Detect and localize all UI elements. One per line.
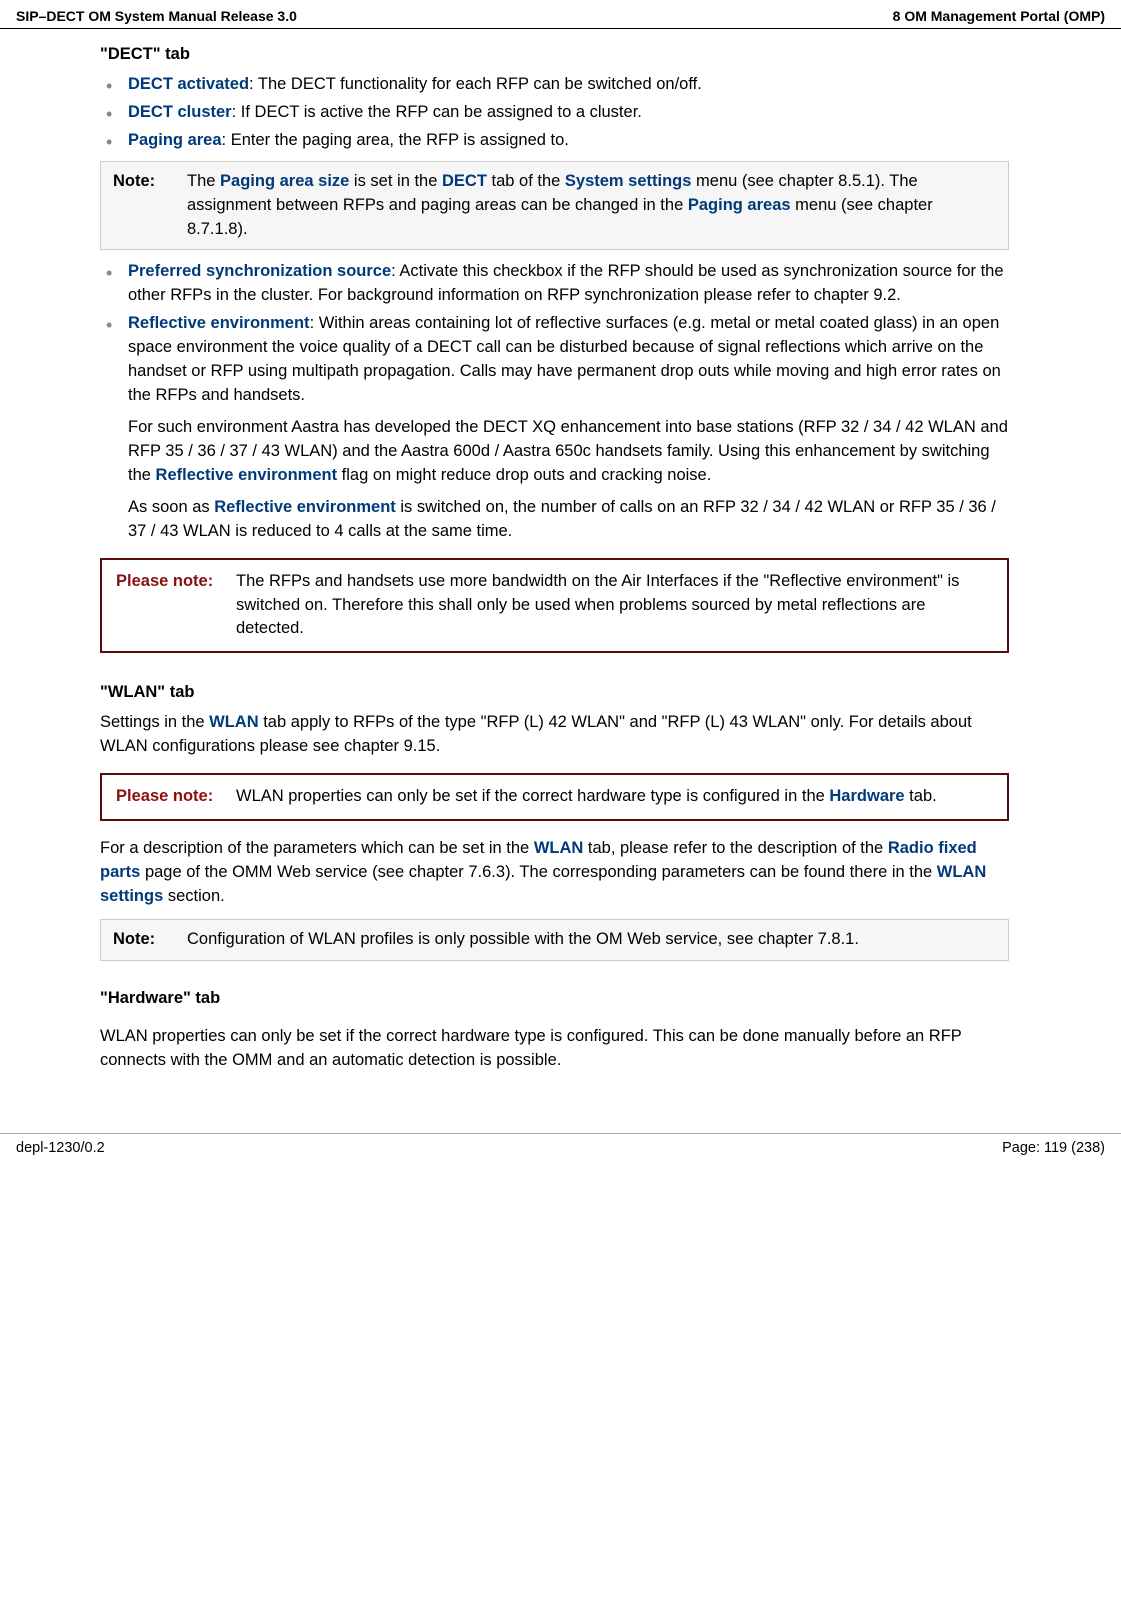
text: flag on might reduce drop outs and crack… — [337, 466, 711, 484]
term-pref-sync: Preferred synchronization source — [128, 262, 391, 280]
note-body: Configuration of WLAN profiles is only p… — [187, 928, 996, 952]
text: is set in the — [349, 172, 442, 190]
text: The — [187, 172, 220, 190]
header-left: SIP–DECT OM System Manual Release 3.0 — [16, 8, 297, 24]
please-note-body: The RFPs and handsets use more bandwidth… — [236, 570, 993, 642]
page-header: SIP–DECT OM System Manual Release 3.0 8 … — [0, 0, 1121, 29]
text: : The DECT functionality for each RFP ca… — [249, 75, 702, 93]
term-wlan: WLAN — [209, 713, 258, 731]
text: : If DECT is active the RFP can be assig… — [232, 103, 642, 121]
hardware-tab-heading: "Hardware" tab — [100, 987, 1009, 1011]
text: : Enter the paging area, the RFP is assi… — [222, 131, 569, 149]
list-item: Paging area: Enter the paging area, the … — [124, 129, 1009, 153]
note-body: The Paging area size is set in the DECT … — [187, 170, 996, 242]
term-reflective-env-inline-2: Reflective environment — [214, 498, 396, 516]
dect-tab-heading: "DECT" tab — [100, 43, 1009, 67]
term-paging-areas: Paging areas — [688, 196, 791, 214]
term-wlan-2: WLAN — [534, 839, 583, 857]
text: Settings in the — [100, 713, 209, 731]
list-item: Reflective environment: Within areas con… — [124, 312, 1009, 408]
header-right: 8 OM Management Portal (OMP) — [893, 8, 1105, 24]
text: WLAN properties can only be set if the c… — [236, 787, 829, 805]
wlan-tab-heading: "WLAN" tab — [100, 681, 1009, 705]
note-label: Note: — [113, 928, 187, 952]
term-reflective-env: Reflective environment — [128, 314, 310, 332]
reflective-para-2: As soon as Reflective environment is swi… — [100, 496, 1009, 544]
text: As soon as — [128, 498, 214, 516]
note-box-2: Note: Configuration of WLAN profiles is … — [100, 919, 1009, 961]
wlan-desc: For a description of the parameters whic… — [100, 837, 1009, 909]
list-item: Preferred synchronization source: Activa… — [124, 260, 1009, 308]
footer-left: depl-1230/0.2 — [16, 1140, 105, 1156]
please-note-box-1: Please note: The RFPs and handsets use m… — [100, 558, 1009, 654]
list-item: DECT activated: The DECT functionality f… — [124, 73, 1009, 97]
text: tab of the — [487, 172, 565, 190]
page-content: "DECT" tab DECT activated: The DECT func… — [0, 29, 1121, 1073]
note-box-1: Note: The Paging area size is set in the… — [100, 161, 1009, 251]
please-note-box-2: Please note: WLAN properties can only be… — [100, 773, 1009, 821]
page-footer: depl-1230/0.2 Page: 119 (238) — [0, 1133, 1121, 1166]
please-note-label: Please note: — [116, 570, 236, 642]
term-reflective-env-inline: Reflective environment — [156, 466, 338, 484]
term-dect-tab-ref: DECT — [442, 172, 487, 190]
text: tab, please refer to the description of … — [583, 839, 888, 857]
text: tab. — [905, 787, 937, 805]
term-system-settings: System settings — [565, 172, 692, 190]
term-dect-cluster: DECT cluster — [128, 103, 232, 121]
footer-right: Page: 119 (238) — [1002, 1140, 1105, 1156]
dect-tab-list-2: Preferred synchronization source: Activa… — [100, 260, 1009, 408]
reflective-para-1: For such environment Aastra has develope… — [100, 416, 1009, 488]
please-note-body: WLAN properties can only be set if the c… — [236, 785, 993, 809]
text: page of the OMM Web service (see chapter… — [140, 863, 936, 881]
text: For a description of the parameters whic… — [100, 839, 534, 857]
list-item: DECT cluster: If DECT is active the RFP … — [124, 101, 1009, 125]
term-paging-area: Paging area — [128, 131, 222, 149]
term-hardware: Hardware — [829, 787, 904, 805]
please-note-label: Please note: — [116, 785, 236, 809]
dect-tab-list-1: DECT activated: The DECT functionality f… — [100, 73, 1009, 153]
term-dect-activated: DECT activated — [128, 75, 249, 93]
term-paging-area-size: Paging area size — [220, 172, 349, 190]
wlan-intro: Settings in the WLAN tab apply to RFPs o… — [100, 711, 1009, 759]
text: section. — [163, 887, 224, 905]
hardware-text: WLAN properties can only be set if the c… — [100, 1025, 1009, 1073]
note-label: Note: — [113, 170, 187, 242]
